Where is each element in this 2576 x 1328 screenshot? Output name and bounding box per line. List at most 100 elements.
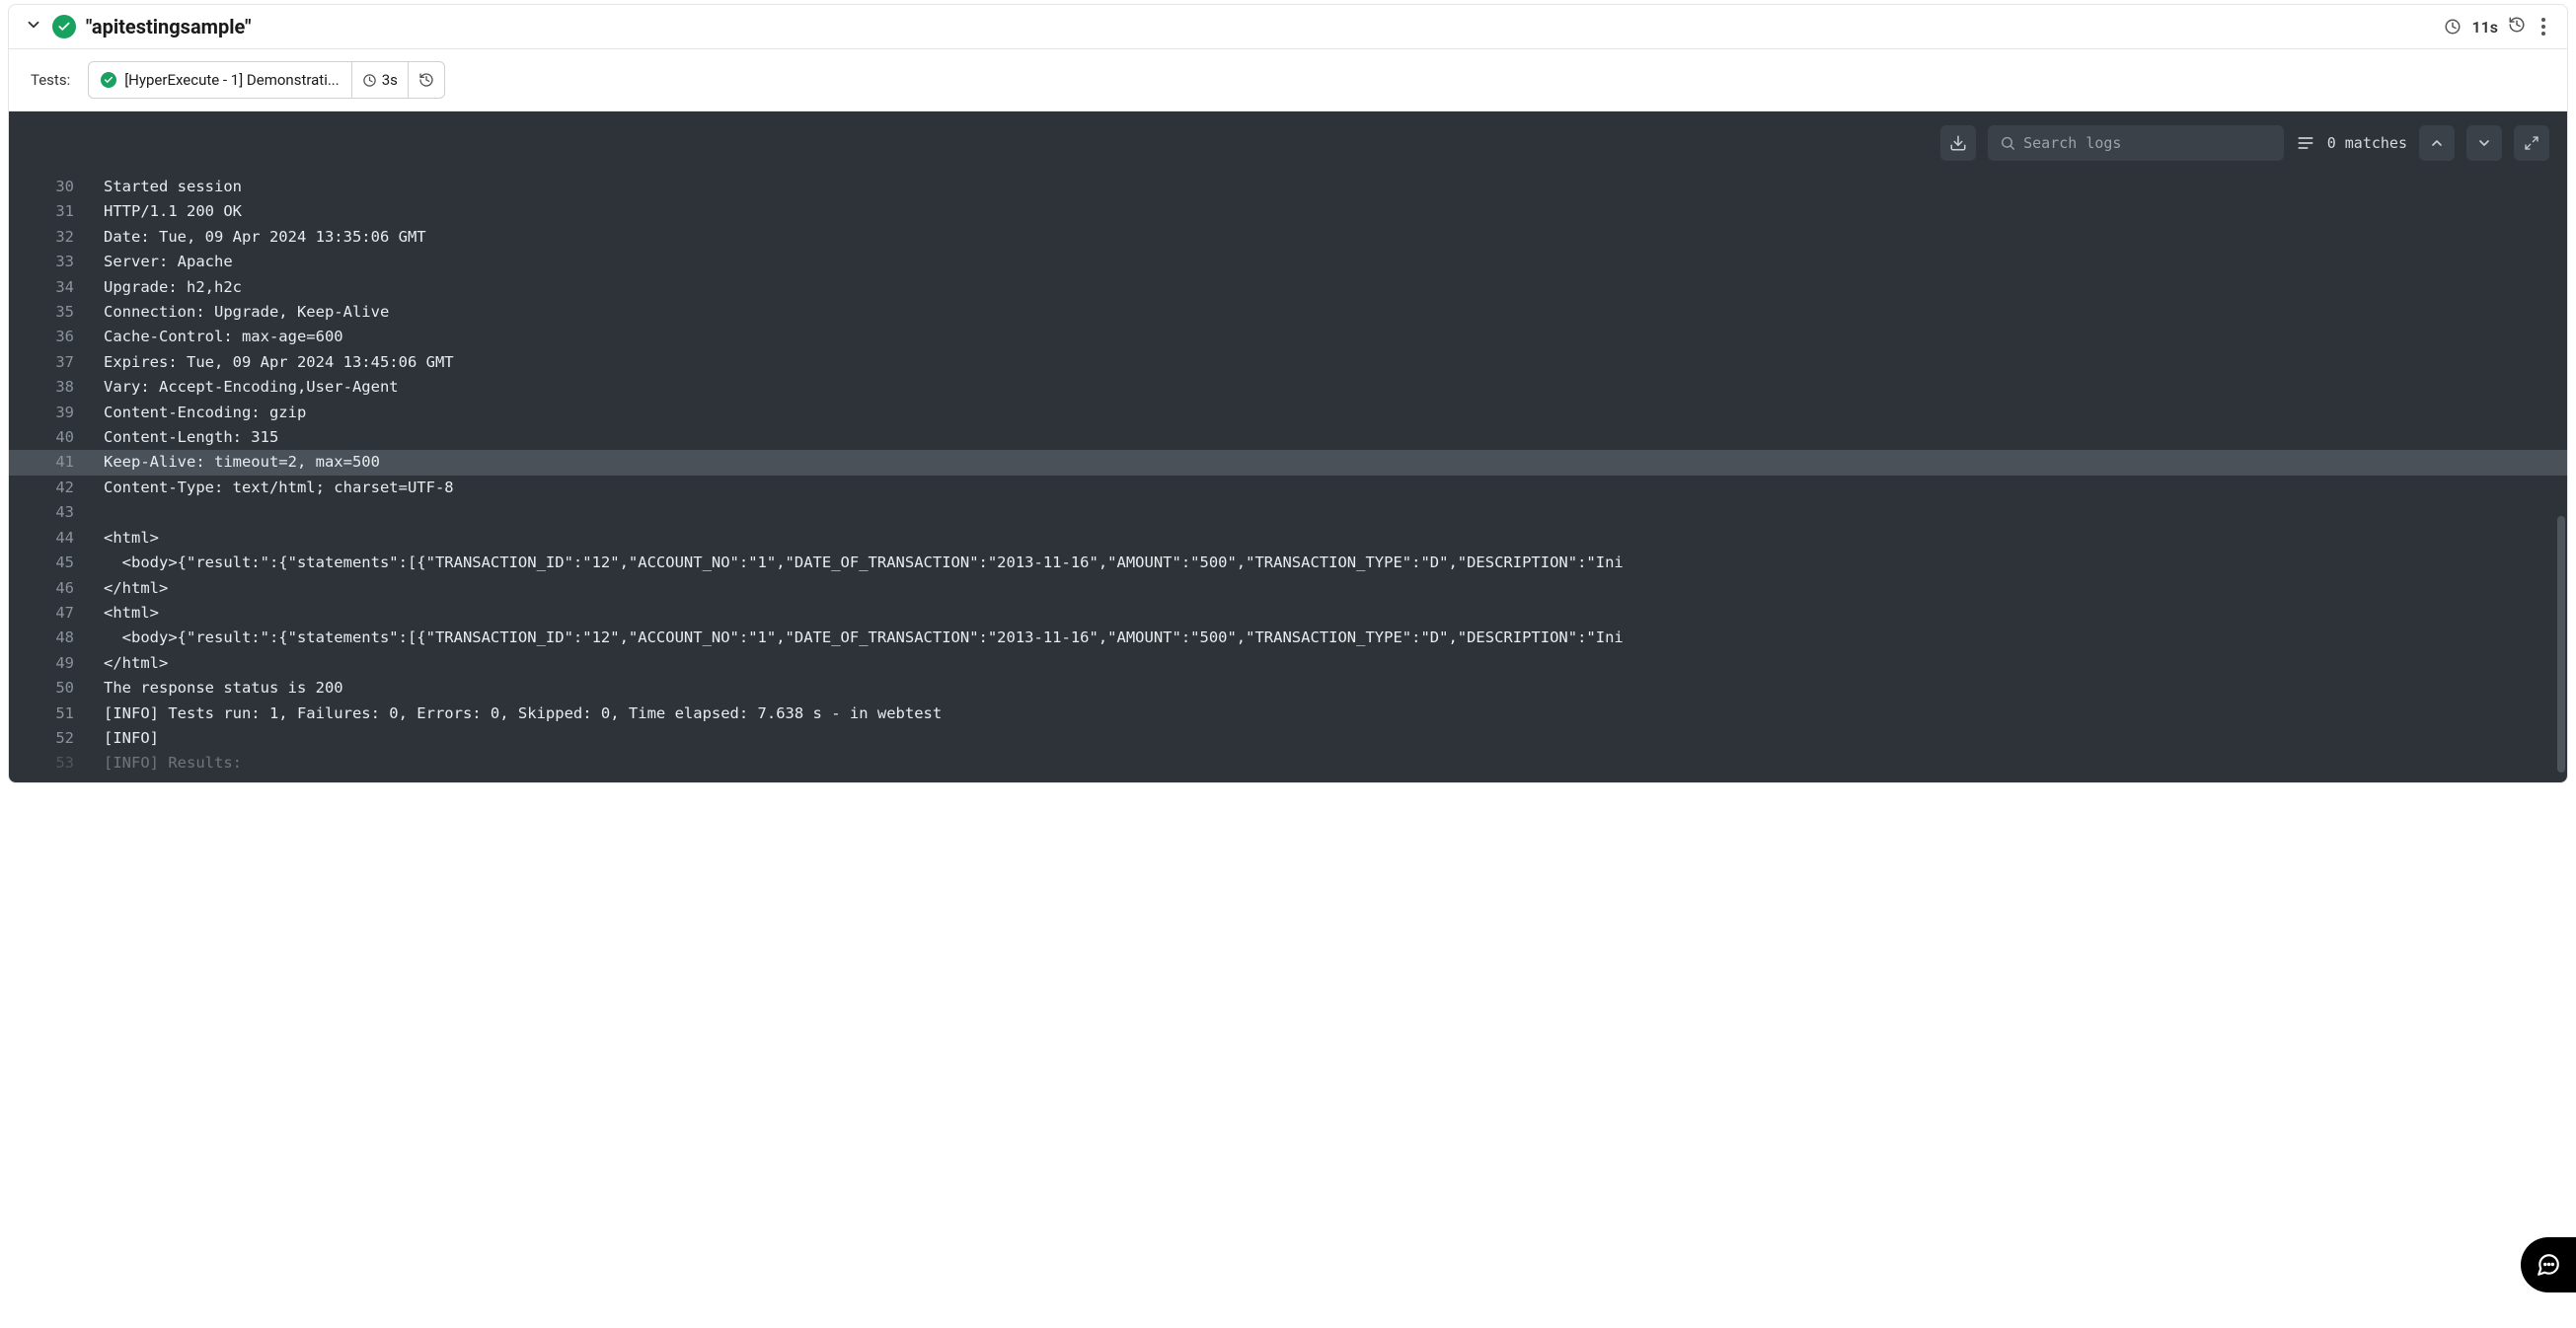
- line-number: 52: [9, 726, 104, 751]
- log-lines[interactable]: 30Started session31HTTP/1.1 200 OK32Date…: [9, 167, 2567, 782]
- line-number: 31: [9, 199, 104, 224]
- log-row: 34Upgrade: h2,h2c: [9, 275, 2567, 300]
- log-row: 48 <body>{"result:":{"statements":[{"TRA…: [9, 626, 2567, 650]
- log-text: </html>: [104, 651, 2567, 676]
- tests-row: Tests: [HyperExecute - 1] Demonstrati...…: [9, 49, 2567, 111]
- test-chip[interactable]: [HyperExecute - 1] Demonstrati... 3s: [88, 61, 445, 99]
- log-row: 42Content-Type: text/html; charset=UTF-8: [9, 476, 2567, 500]
- search-input[interactable]: [2023, 134, 2272, 152]
- log-row: 47<html>: [9, 601, 2567, 626]
- line-number: 45: [9, 551, 104, 575]
- line-number: 33: [9, 250, 104, 274]
- log-row: 46</html>: [9, 576, 2567, 601]
- log-row: 43: [9, 500, 2567, 525]
- log-text: Content-Length: 315: [104, 425, 2567, 450]
- history-icon: [2508, 16, 2526, 34]
- log-text: <body>{"result:":{"statements":[{"TRANSA…: [104, 626, 2567, 650]
- expand-logs-button[interactable]: [2514, 125, 2549, 161]
- line-number: 40: [9, 425, 104, 450]
- next-match-button[interactable]: [2466, 125, 2502, 161]
- match-count: 0 matches: [2327, 134, 2407, 152]
- log-row: 36Cache-Control: max-age=600: [9, 325, 2567, 349]
- line-number: 39: [9, 401, 104, 425]
- line-number: 53: [9, 751, 104, 775]
- suite-duration: 11s: [2471, 18, 2498, 37]
- line-number: 47: [9, 601, 104, 626]
- download-logs-button[interactable]: [1940, 125, 1976, 161]
- log-text: [INFO] Results:: [104, 751, 2567, 775]
- chip-status-badge: [101, 72, 116, 88]
- scrollbar-thumb[interactable]: [2557, 516, 2565, 773]
- chat-icon: [2536, 1252, 2561, 1278]
- log-row: 40Content-Length: 315: [9, 425, 2567, 450]
- log-text: Keep-Alive: timeout=2, max=500: [104, 450, 2567, 475]
- line-number: 41: [9, 450, 104, 475]
- line-number: 46: [9, 576, 104, 601]
- chip-duration: 3s: [352, 62, 409, 98]
- tests-label: Tests:: [31, 71, 70, 89]
- line-number: 42: [9, 476, 104, 500]
- download-icon: [1949, 134, 1967, 152]
- log-text: Vary: Accept-Encoding,User-Agent: [104, 375, 2567, 400]
- status-success-badge: [52, 15, 76, 38]
- line-number: 51: [9, 701, 104, 726]
- log-text: [INFO]: [104, 726, 2567, 751]
- log-text: Content-Type: text/html; charset=UTF-8: [104, 476, 2567, 500]
- log-row: 37Expires: Tue, 09 Apr 2024 13:45:06 GMT: [9, 350, 2567, 375]
- prev-match-button[interactable]: [2419, 125, 2455, 161]
- check-icon: [57, 20, 71, 34]
- search-logs[interactable]: [1988, 125, 2284, 161]
- log-text: Date: Tue, 09 Apr 2024 13:35:06 GMT: [104, 225, 2567, 250]
- log-row: 44<html>: [9, 526, 2567, 551]
- history-button[interactable]: [2508, 16, 2526, 37]
- log-row: 31HTTP/1.1 200 OK: [9, 199, 2567, 224]
- log-text: Connection: Upgrade, Keep-Alive: [104, 300, 2567, 325]
- log-text: The response status is 200: [104, 676, 2567, 701]
- log-row: 33Server: Apache: [9, 250, 2567, 274]
- history-icon: [418, 72, 434, 88]
- log-text: <html>: [104, 601, 2567, 626]
- clock-icon: [2444, 18, 2462, 36]
- search-icon: [2000, 134, 2015, 152]
- line-number: 36: [9, 325, 104, 349]
- log-row: 32Date: Tue, 09 Apr 2024 13:35:06 GMT: [9, 225, 2567, 250]
- line-number: 44: [9, 526, 104, 551]
- log-text: Expires: Tue, 09 Apr 2024 13:45:06 GMT: [104, 350, 2567, 375]
- log-row: 51[INFO] Tests run: 1, Failures: 0, Erro…: [9, 701, 2567, 726]
- line-number: 50: [9, 676, 104, 701]
- expand-icon: [2524, 135, 2539, 151]
- collapse-toggle[interactable]: [25, 16, 42, 37]
- log-text: [104, 500, 2567, 525]
- log-row: 52[INFO]: [9, 726, 2567, 751]
- header-row: "apitestingsample" 11s: [9, 5, 2567, 49]
- line-number: 34: [9, 275, 104, 300]
- log-text: Server: Apache: [104, 250, 2567, 274]
- chip-title: [HyperExecute - 1] Demonstrati...: [124, 71, 340, 89]
- chevron-down-icon: [25, 16, 42, 34]
- log-row: 39Content-Encoding: gzip: [9, 401, 2567, 425]
- kebab-menu[interactable]: [2536, 17, 2551, 37]
- line-number: 32: [9, 225, 104, 250]
- log-text: [INFO] Tests run: 1, Failures: 0, Errors…: [104, 701, 2567, 726]
- line-number: 30: [9, 175, 104, 199]
- log-row: 38Vary: Accept-Encoding,User-Agent: [9, 375, 2567, 400]
- log-text: Upgrade: h2,h2c: [104, 275, 2567, 300]
- log-text: Content-Encoding: gzip: [104, 401, 2567, 425]
- test-suite-title: "apitestingsample": [86, 15, 252, 38]
- log-row: 41Keep-Alive: timeout=2, max=500: [9, 450, 2567, 475]
- log-row: 50The response status is 200: [9, 676, 2567, 701]
- line-number: 37: [9, 350, 104, 375]
- line-number: 43: [9, 500, 104, 525]
- line-number: 38: [9, 375, 104, 400]
- log-text: HTTP/1.1 200 OK: [104, 199, 2567, 224]
- log-text: Cache-Control: max-age=600: [104, 325, 2567, 349]
- line-number: 48: [9, 626, 104, 650]
- log-text: <html>: [104, 526, 2567, 551]
- chevron-down-icon: [2476, 135, 2492, 151]
- log-text: <body>{"result:":{"statements":[{"TRANSA…: [104, 551, 2567, 575]
- test-result-card: "apitestingsample" 11s Tests: [HyperExec…: [8, 4, 2568, 783]
- chip-history[interactable]: [409, 62, 444, 98]
- log-row: 35Connection: Upgrade, Keep-Alive: [9, 300, 2567, 325]
- wrap-lines-icon[interactable]: [2296, 133, 2315, 153]
- chat-fab[interactable]: [2521, 1237, 2576, 1292]
